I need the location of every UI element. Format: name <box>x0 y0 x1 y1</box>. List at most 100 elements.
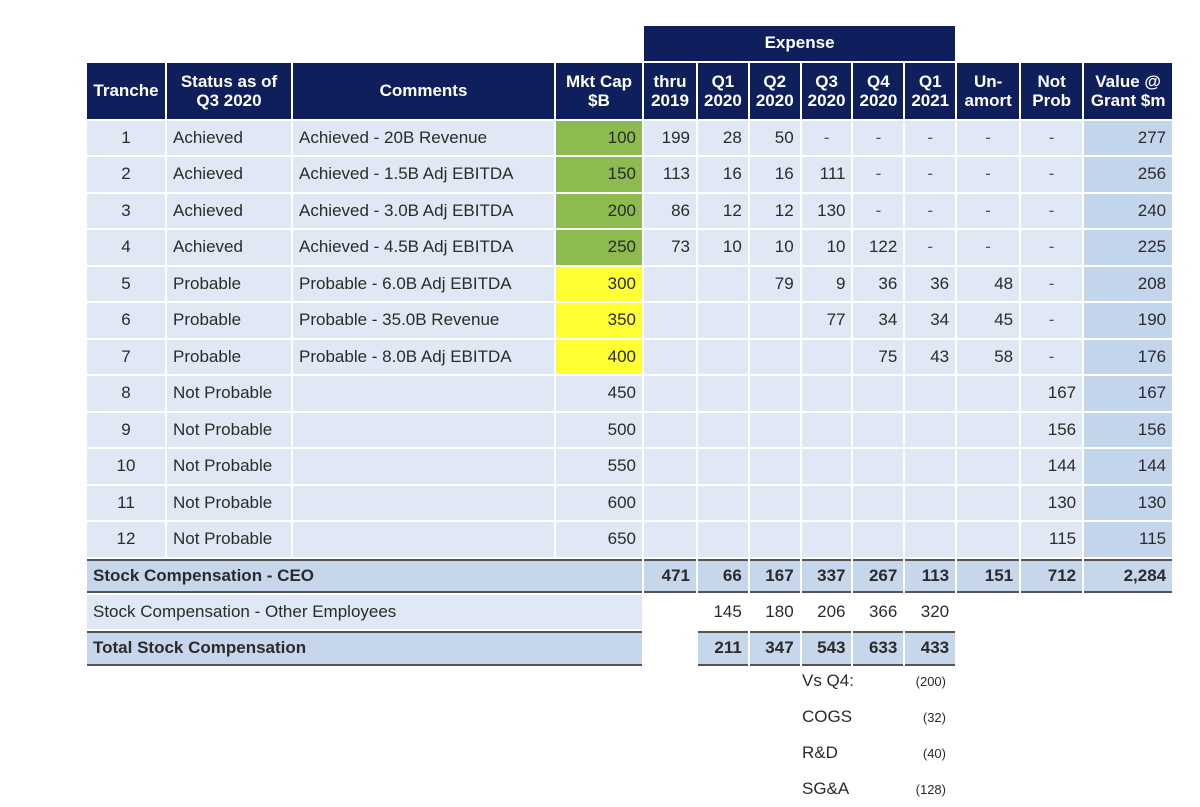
q4-2020-cell <box>853 376 904 411</box>
q1-2021-cell: - <box>905 157 956 192</box>
blank <box>87 26 642 61</box>
value-cell: 225 <box>1084 230 1173 265</box>
value-cell: 130 <box>1084 485 1173 520</box>
q4-2020-cell: 34 <box>853 303 904 338</box>
value-cell: 115 <box>1084 522 1173 557</box>
comment-cell <box>293 449 554 484</box>
q4-2020-cell: - <box>853 193 904 228</box>
notprob-cell: 167 <box>1021 376 1083 411</box>
col-header-status: Status as of Q3 2020 <box>167 62 291 119</box>
q4-2020-cell <box>853 449 904 484</box>
table-row: 7 Probable Probable - 8.0B Adj EBITDA 400 75… <box>87 339 1173 374</box>
notprob-cell: 156 <box>1021 412 1083 447</box>
status-cell: Not Probable <box>167 449 291 484</box>
q1-2020-cell: 10 <box>698 230 748 265</box>
q2-2020-cell <box>749 339 800 374</box>
blank <box>957 595 1172 630</box>
tranche-cell: 7 <box>87 339 165 374</box>
note-value: (32) <box>922 709 946 725</box>
blank <box>644 595 696 630</box>
total-row: Total Stock Compensation 211 347 543 633… <box>87 631 1172 666</box>
col-header-mktcap: Mkt Cap $B <box>556 62 642 119</box>
q1-2020-cell <box>698 522 748 557</box>
thru2019-cell <box>644 485 696 520</box>
q1-2020-cell <box>698 339 748 374</box>
notprob-cell: - <box>1021 120 1083 155</box>
ceo-value: 2,284 <box>1084 558 1173 593</box>
value-cell: 190 <box>1084 303 1173 338</box>
q1-2021-cell <box>905 485 956 520</box>
q2-2020-cell: 10 <box>749 230 800 265</box>
table-row: 12 Not Probable 650 115 115 <box>87 522 1173 557</box>
notprob-cell: - <box>1021 193 1083 228</box>
unamort-cell: - <box>957 193 1020 228</box>
thru2019-cell: 86 <box>644 193 696 228</box>
status-cell: Achieved <box>167 157 291 192</box>
tranche-cell: 1 <box>87 120 165 155</box>
stock-comp-table-wrapper: Expense Tranche Status as of Q3 2020 Com… <box>87 24 1174 668</box>
total-q2-2020: 347 <box>749 631 800 666</box>
q1-2020-cell: 28 <box>698 120 748 155</box>
comment-cell <box>293 485 554 520</box>
comment-cell: Probable - 35.0B Revenue <box>293 303 554 338</box>
col-header-value: Value @ Grant $m <box>1084 62 1173 119</box>
unamort-cell <box>957 522 1020 557</box>
table-row: 11 Not Probable 600 130 130 <box>87 485 1173 520</box>
total-q3-2020: 543 <box>801 631 852 666</box>
col-header-q3-2020: Q3 2020 <box>801 62 852 119</box>
thru2019-cell <box>644 522 696 557</box>
q2-2020-cell: 50 <box>749 120 800 155</box>
note-row: SG&A (128) <box>802 771 952 807</box>
blank <box>957 26 1172 61</box>
comment-cell <box>293 376 554 411</box>
q1-2020-cell: 12 <box>698 193 748 228</box>
q3-2020-cell <box>801 449 852 484</box>
tranche-cell: 5 <box>87 266 165 301</box>
unamort-cell: 48 <box>957 266 1020 301</box>
q1-2021-cell: 43 <box>905 339 956 374</box>
total-label: Total Stock Compensation <box>87 631 642 666</box>
value-cell: 256 <box>1084 157 1173 192</box>
q3-2020-cell: 111 <box>801 157 852 192</box>
notprob-cell: - <box>1021 230 1083 265</box>
blank <box>644 631 696 666</box>
note-label: SG&A <box>802 779 850 798</box>
note-value: (200) <box>915 673 946 689</box>
ceo-unamort: 151 <box>957 558 1020 593</box>
ceo-q1-2020: 66 <box>698 558 748 593</box>
comment-cell: Achieved - 20B Revenue <box>293 120 554 155</box>
col-header-unamort: Un- amort <box>957 62 1020 119</box>
unamort-cell: - <box>957 157 1020 192</box>
status-cell: Not Probable <box>167 485 291 520</box>
q2-2020-cell <box>749 485 800 520</box>
value-cell: 144 <box>1084 449 1173 484</box>
table-row: 8 Not Probable 450 167 167 <box>87 376 1173 411</box>
comment-cell: Achieved - 4.5B Adj EBITDA <box>293 230 554 265</box>
notprob-cell: - <box>1021 339 1083 374</box>
mktcap-cell: 550 <box>556 449 642 484</box>
note-row: R&D (40) <box>802 735 952 771</box>
q4-2020-cell: 75 <box>853 339 904 374</box>
unamort-cell <box>957 376 1020 411</box>
other-q4-2020: 366 <box>868 601 898 621</box>
q2-2020-cell <box>749 412 800 447</box>
q2-2020-cell: 79 <box>749 266 800 301</box>
other-q1-2021: 320 <box>920 601 950 621</box>
q1-2021-cell <box>905 412 956 447</box>
mktcap-cell: 300 <box>556 266 642 301</box>
ceo-q1-2021: 113 <box>905 558 956 593</box>
comment-cell <box>293 522 554 557</box>
status-cell: Not Probable <box>167 376 291 411</box>
q1-2020-cell <box>698 376 748 411</box>
table-row: 6 Probable Probable - 35.0B Revenue 350 77 34… <box>87 303 1173 338</box>
ceo-thru2019: 471 <box>644 558 696 593</box>
summary-body: Stock Compensation - CEO 471 66 167 337 … <box>87 558 1173 666</box>
status-cell: Achieved <box>167 193 291 228</box>
thru2019-cell: 199 <box>644 120 696 155</box>
tranche-cell: 12 <box>87 522 165 557</box>
q1-2021-cell: 34 <box>905 303 956 338</box>
q4-2020-cell: 36 <box>853 266 904 301</box>
note-value: (40) <box>922 745 946 761</box>
value-cell: 277 <box>1084 120 1173 155</box>
ceo-total-label: Stock Compensation - CEO <box>87 558 642 593</box>
